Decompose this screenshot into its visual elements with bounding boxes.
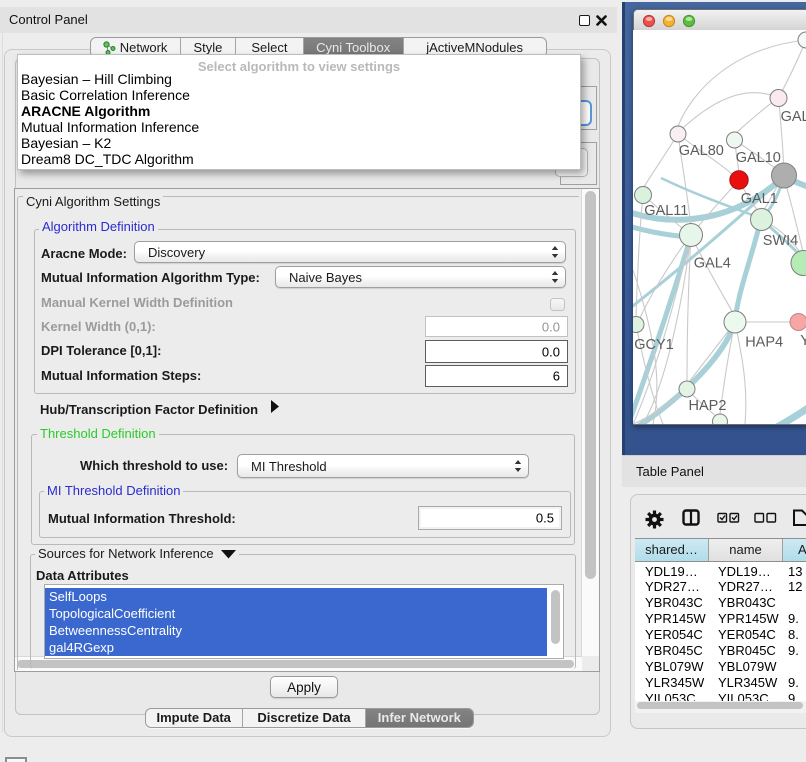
svg-text:GAL10: GAL10 xyxy=(736,150,781,166)
svg-text:HAP2: HAP2 xyxy=(689,398,727,414)
svg-text:GAL4: GAL4 xyxy=(694,256,731,272)
svg-text:SWI4: SWI4 xyxy=(763,233,798,249)
svg-text:GAL80: GAL80 xyxy=(679,143,724,159)
svg-text:HAP4: HAP4 xyxy=(745,334,783,350)
svg-text:GAL1: GAL1 xyxy=(741,191,778,207)
svg-text:GAL: GAL xyxy=(781,109,806,125)
svg-text:GCY1: GCY1 xyxy=(634,337,674,353)
svg-text:GAL11: GAL11 xyxy=(644,203,688,219)
svg-text:Y: Y xyxy=(800,333,806,349)
